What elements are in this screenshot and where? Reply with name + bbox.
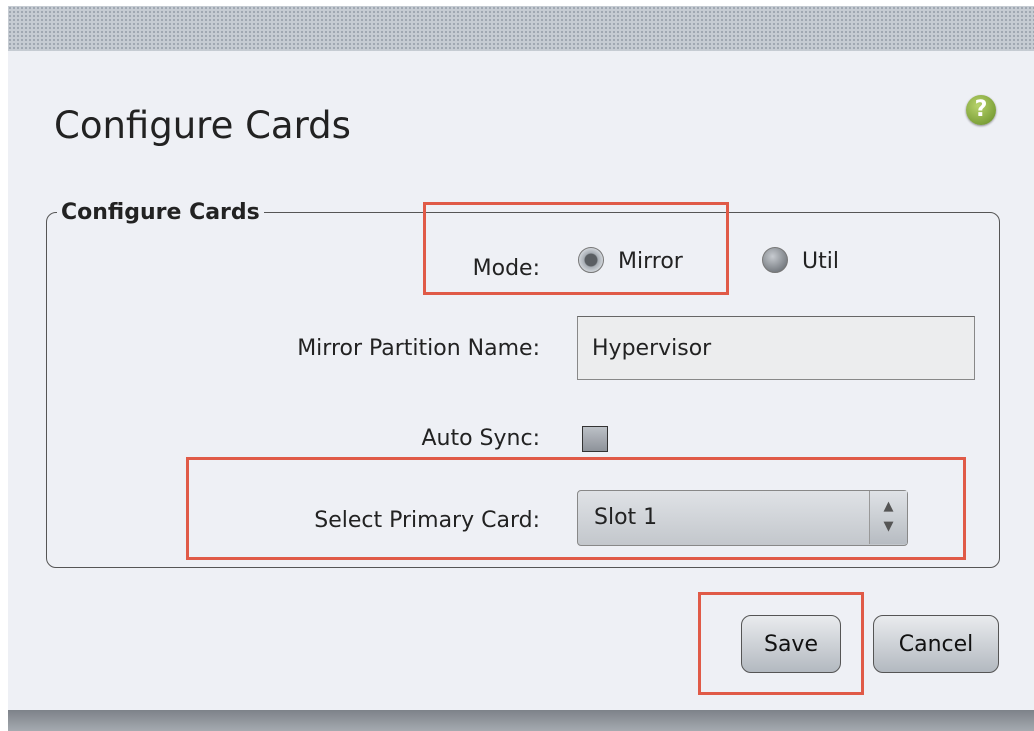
- mode-mirror-radio[interactable]: [578, 247, 604, 273]
- auto-sync-checkbox[interactable]: [582, 426, 608, 452]
- primary-card-select-value: Slot 1: [594, 505, 658, 530]
- dialog-title: Configure Cards: [54, 104, 351, 147]
- dialog-titlebar[interactable]: [8, 6, 1034, 51]
- select-primary-card-label: Select Primary Card:: [314, 508, 540, 533]
- mode-util-radio[interactable]: [762, 247, 788, 273]
- mirror-partition-name-label: Mirror Partition Name:: [297, 336, 540, 361]
- mirror-partition-name-input[interactable]: [577, 316, 975, 380]
- mode-mirror-label[interactable]: Mirror: [618, 249, 683, 274]
- group-legend: Configure Cards: [61, 200, 260, 225]
- select-stepper-icon: ▲ ▼: [869, 491, 907, 544]
- auto-sync-label: Auto Sync:: [421, 426, 540, 451]
- mode-label: Mode:: [472, 256, 540, 281]
- configure-cards-dialog: Configure Cards ? Configure Cards Mode: …: [8, 6, 1034, 731]
- mode-util-label[interactable]: Util: [802, 249, 839, 274]
- primary-card-select[interactable]: Slot 1 ▲ ▼: [577, 490, 908, 546]
- dialog-footer: [8, 710, 1034, 731]
- save-button[interactable]: Save: [741, 615, 841, 673]
- help-icon[interactable]: ?: [966, 95, 996, 125]
- cancel-button[interactable]: Cancel: [873, 615, 999, 673]
